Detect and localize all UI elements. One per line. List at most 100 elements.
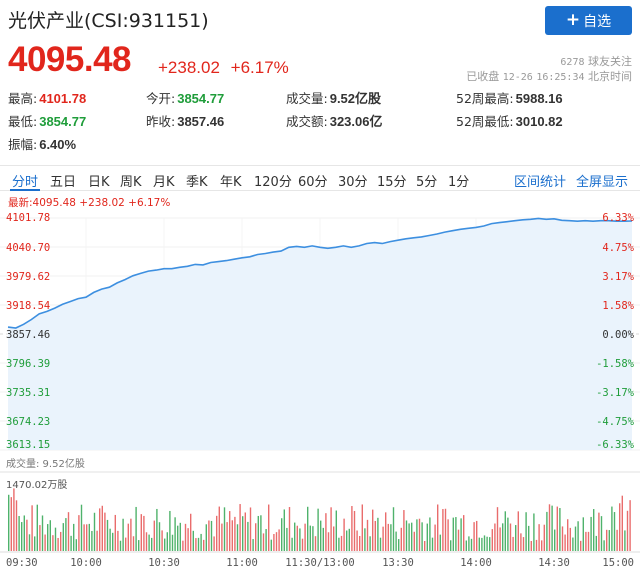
volume-bar [554,529,556,551]
volume-bar [481,537,483,551]
volume-bar [611,506,613,551]
status-text: 已收盘 [466,70,500,83]
x-tick: 14:30 [538,557,570,569]
fullscreen-link[interactable]: 全屏显示 [576,171,628,190]
volume-bar [515,525,517,551]
volume-bar [538,524,540,551]
volume-bar [499,527,501,551]
volume-bar [424,540,426,551]
volume-bar [153,520,155,551]
volume-bar [387,523,389,551]
tab-5min[interactable]: 5分 [416,171,437,190]
volume-bar [47,524,49,551]
volume-bar [580,540,582,551]
tab-monthly-k[interactable]: 月K [153,171,175,190]
volume-bar [486,536,488,551]
volume-bar [36,504,38,551]
volume-bar [457,529,460,551]
volume-bar [65,518,67,551]
volume-bar [208,520,210,551]
volume-bar [44,534,46,551]
volume-bar [546,511,548,551]
volume-bar [496,507,499,551]
volume-bar [603,540,605,551]
volume-bar [223,507,226,551]
tab-30min[interactable]: 30分 [338,171,368,190]
volume-bar [390,524,392,551]
tab-120min[interactable]: 120分 [254,171,292,190]
volume-bar [548,504,551,551]
volume-bar [340,535,343,551]
volume-bar [403,510,405,551]
volume-bar [106,519,109,551]
volume-bar [151,537,153,551]
tab-quarterly-k[interactable]: 季K [186,171,208,190]
volume-bar [333,526,335,551]
tab-1min[interactable]: 1分 [448,171,469,190]
volume-bar [359,535,361,551]
volume-max-label: 1470.02万股 [6,479,67,491]
volume-bar [57,537,59,551]
tab-yearly-k[interactable]: 年K [220,171,242,190]
volume-bar [62,523,64,551]
add-to-watchlist-button[interactable]: + 自选 [545,6,632,35]
y-tick-right: 4.75% [602,242,634,254]
index-title: 光伏产业(CSI:931151) [8,10,209,32]
volume-bar [595,535,597,551]
tab-5day[interactable]: 五日 [50,171,76,190]
x-tick: 11:30/13:00 [285,557,355,569]
x-tick: 14:00 [460,557,492,569]
volume-bar [541,540,543,551]
change-percent: +6.17% [230,58,289,77]
volume-bar [608,530,610,551]
x-tick: 11:00 [226,557,258,569]
followers-label: 球友关注 [588,55,632,68]
volume-bar [54,527,57,551]
followers-count: 6278 [560,57,585,68]
tab-intraday[interactable]: 分时 [12,171,38,190]
price-area-fill [8,218,632,450]
volume-bar [156,508,158,551]
volume-bar [450,540,452,551]
tab-weekly-k[interactable]: 周K [120,171,142,190]
volume-bar [213,536,215,551]
range-stats-link[interactable]: 区间统计 [514,171,566,190]
volume-bar [372,509,374,551]
volume-bar [528,525,530,551]
volume-bar [145,532,148,551]
stat-high: 最高: 4101.78 [8,91,87,106]
volume-bar [564,534,566,551]
volume-bar [525,512,527,551]
plus-icon: + [565,10,581,30]
x-tick: 10:00 [70,557,102,569]
volume-bar [86,524,88,551]
volume-bar [621,495,623,551]
y-tick-left: 3857.46 [6,329,50,341]
volume-bar [197,537,200,551]
volume-bar [281,518,283,551]
volume-bar [551,505,553,551]
y-tick-left: 4040.70 [6,242,50,254]
intraday-chart[interactable]: 雪球 4101.784040.703979.623918.543857.4637… [0,200,640,570]
x-tick: 10:30 [148,557,180,569]
tab-60min[interactable]: 60分 [298,171,328,190]
volume-bar [83,524,85,551]
add-to-watchlist-label: 自选 [583,13,612,30]
volume-bar [598,512,600,551]
y-tick-left: 3796.39 [6,358,50,370]
volume-bar [455,517,457,551]
volume-bar [473,522,475,551]
volume-bar [312,526,314,551]
volume-bar [187,528,189,551]
stat-52w-low: 52周最低: 3010.82 [456,114,563,129]
tab-15min[interactable]: 15分 [377,171,407,190]
stat-amplitude: 振幅: 6.40% [8,137,77,152]
volume-bar [600,516,603,551]
volume-bar [447,519,449,551]
volume-bar [444,508,447,551]
volume-bar [88,523,90,551]
volume-bar [18,516,20,551]
tab-daily-k[interactable]: 日K [88,171,110,190]
volume-bar [265,529,267,551]
volume-bar [398,539,400,551]
